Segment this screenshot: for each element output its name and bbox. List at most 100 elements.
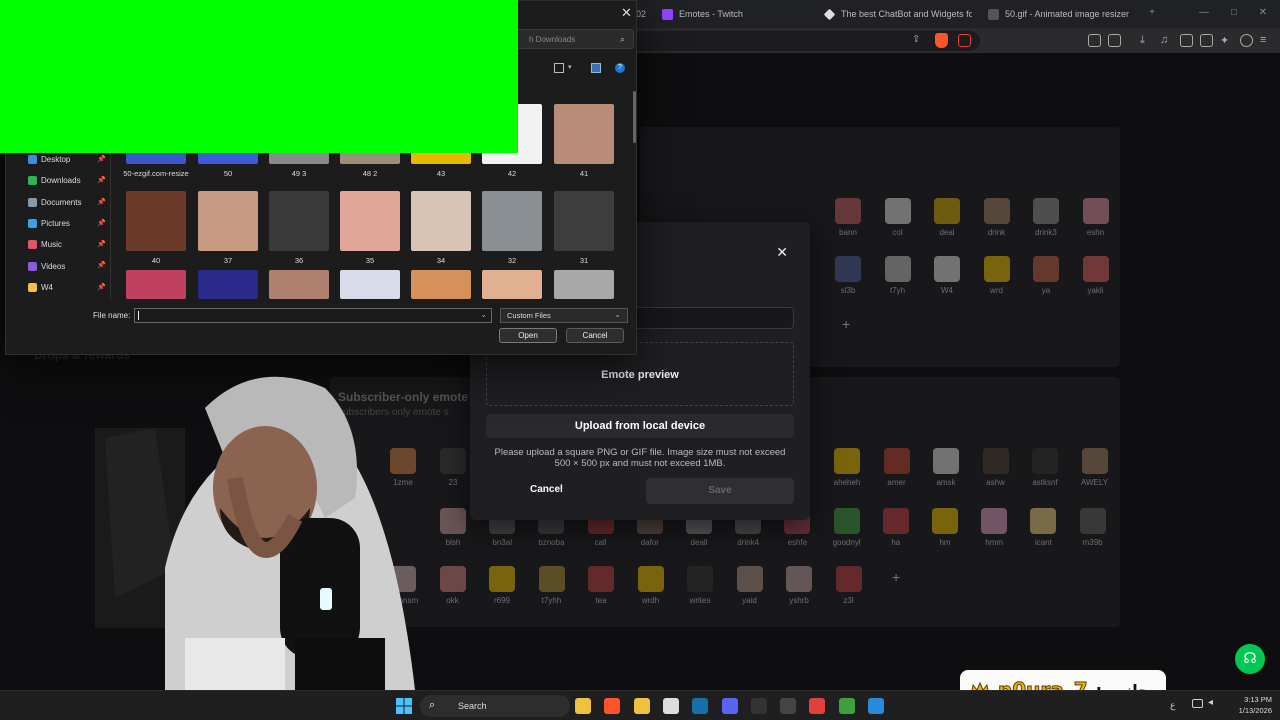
app-icon[interactable] (780, 698, 797, 714)
epic-icon[interactable] (750, 698, 767, 714)
file-thumbnail[interactable] (126, 191, 186, 251)
share-icon[interactable]: ⇪ (912, 34, 925, 47)
emote-thumbnail[interactable] (1033, 198, 1059, 224)
dialog-search-input[interactable]: h Downloads ⌕ (516, 29, 634, 49)
emote-thumbnail[interactable] (833, 508, 860, 534)
pin-icon[interactable]: 📌 (97, 155, 106, 163)
nav-item-videos[interactable]: Videos 📌 (28, 255, 106, 276)
emote-thumbnail[interactable] (440, 508, 466, 534)
emote-thumbnail[interactable] (1081, 448, 1108, 474)
emote-thumbnail[interactable] (834, 448, 860, 474)
tab-chatbot[interactable]: The best ChatBot and Widgets for Ki (824, 3, 972, 25)
emote-thumbnail[interactable] (1082, 256, 1109, 282)
emote-thumbnail[interactable] (983, 198, 1010, 224)
taskbar-clock[interactable]: 3:13 PM 1/13/2026 (1222, 694, 1272, 716)
new-tab-icon[interactable]: + (1146, 7, 1158, 19)
pin-icon[interactable]: 📌 (97, 261, 106, 269)
emote-thumbnail[interactable] (983, 256, 1010, 282)
file-thumbnail[interactable] (126, 270, 186, 299)
file-thumbnail[interactable] (198, 191, 258, 251)
brave-shields-icon[interactable] (935, 33, 948, 48)
emote-thumbnail[interactable] (981, 508, 1008, 534)
emote-thumbnail[interactable] (637, 566, 664, 592)
file-thumbnail[interactable] (554, 270, 614, 299)
emote-thumbnail[interactable] (882, 508, 909, 534)
modal-save-button[interactable]: Save (646, 478, 794, 504)
nav-item-w4[interactable]: W4 📌 (28, 277, 106, 298)
tab-search-icon[interactable] (1108, 34, 1121, 47)
file-thumbnail[interactable] (340, 191, 400, 251)
wallet-icon[interactable] (1200, 34, 1213, 47)
minimize-icon[interactable]: — (1198, 7, 1210, 19)
emote-thumbnail[interactable] (1082, 198, 1109, 224)
dialog-scrollbar[interactable] (633, 91, 636, 143)
opera-icon[interactable] (809, 698, 826, 714)
address-bar[interactable] (630, 31, 980, 51)
network-icon[interactable] (1192, 699, 1203, 708)
media-icon[interactable]: ♫ (1160, 34, 1173, 47)
nav-item-music[interactable]: Music 📌 (28, 234, 106, 255)
file-thumbnail[interactable] (269, 270, 329, 299)
brave-icon[interactable] (604, 698, 621, 714)
emote-thumbnail[interactable] (982, 448, 1009, 474)
pin-icon[interactable]: 📌 (97, 176, 106, 184)
emote-thumbnail[interactable] (933, 448, 959, 474)
emote-thumbnail[interactable] (538, 566, 565, 592)
modal-cancel-button[interactable]: Cancel (530, 484, 563, 495)
emote-thumbnail[interactable] (934, 256, 960, 282)
downloads-icon[interactable]: ⤓ (1140, 34, 1153, 47)
file-thumbnail[interactable] (482, 270, 542, 299)
nav-item-downloads[interactable]: Downloads 📌 (28, 170, 106, 191)
emote-thumbnail[interactable] (588, 566, 614, 592)
sidebar-icon[interactable] (1180, 34, 1193, 47)
emote-thumbnail[interactable] (1033, 256, 1059, 282)
chevron-down-icon[interactable]: ▾ (568, 63, 578, 73)
maximize-icon[interactable]: □ (1228, 7, 1240, 19)
add-emote-icon[interactable]: + (842, 316, 850, 332)
emote-thumbnail[interactable] (1079, 508, 1106, 534)
emote-thumbnail[interactable] (687, 566, 713, 592)
emote-thumbnail[interactable] (884, 256, 911, 282)
folder-icon[interactable] (633, 698, 650, 714)
file-type-select[interactable]: Custom Files ⌄ (500, 308, 628, 323)
emote-thumbnail[interactable] (786, 566, 812, 592)
dialog-close-icon[interactable]: ✕ (621, 5, 632, 21)
taskbar-search[interactable]: ⌕ Search (420, 695, 570, 717)
pin-icon[interactable]: 📌 (97, 283, 106, 291)
nav-item-pictures[interactable]: Pictures 📌 (28, 213, 106, 234)
file-thumbnail[interactable] (198, 270, 258, 299)
discord-icon[interactable] (721, 698, 738, 714)
emote-thumbnail[interactable] (736, 566, 763, 592)
add-emote-icon[interactable]: + (892, 569, 900, 585)
close-window-icon[interactable]: ✕ (1257, 7, 1269, 19)
extensions-icon[interactable] (1088, 34, 1101, 47)
emote-thumbnail[interactable] (835, 198, 861, 224)
emote-thumbnail[interactable] (884, 198, 911, 224)
file-thumbnail[interactable] (411, 270, 471, 299)
leo-icon[interactable]: ✦ (1220, 34, 1233, 47)
emote-thumbnail[interactable] (883, 448, 910, 474)
steam-icon[interactable] (692, 698, 709, 714)
file-thumbnail[interactable] (340, 270, 400, 299)
brave-rewards-icon[interactable] (958, 34, 971, 47)
emote-thumbnail[interactable] (932, 508, 958, 534)
chevron-down-icon[interactable]: ⌄ (480, 310, 487, 319)
menu-icon[interactable]: ≡ (1260, 34, 1273, 47)
view-mode-icon[interactable] (554, 63, 564, 73)
emote-thumbnail[interactable] (440, 448, 466, 474)
file-explorer-icon[interactable] (575, 698, 591, 714)
file-name-input[interactable]: ⌄ (134, 308, 492, 323)
obs-icon[interactable] (662, 698, 679, 714)
file-thumbnail[interactable] (554, 191, 614, 251)
volume-icon[interactable]: ◂ (1208, 697, 1213, 708)
modal-close-icon[interactable]: ✕ (776, 244, 788, 261)
vpn-icon[interactable] (1240, 34, 1253, 47)
language-indicator[interactable]: ع (1170, 700, 1175, 711)
file-thumbnail[interactable] (482, 191, 542, 251)
photos-icon[interactable] (868, 698, 884, 714)
emote-thumbnail[interactable] (489, 566, 515, 592)
pin-icon[interactable]: 📌 (97, 219, 106, 227)
emote-thumbnail[interactable] (439, 566, 466, 592)
file-thumbnail[interactable] (411, 191, 471, 251)
dialog-cancel-button[interactable]: Cancel (566, 328, 624, 343)
